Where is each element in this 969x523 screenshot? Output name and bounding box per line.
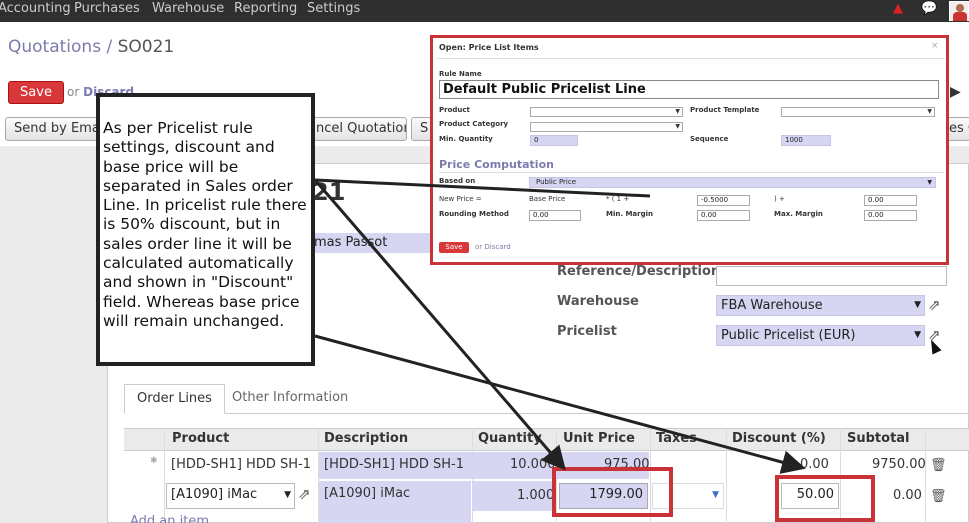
arrow-from-popup-discount — [314, 178, 651, 198]
arrow-to-unit-price — [313, 179, 566, 471]
arrow-to-discount — [314, 334, 806, 474]
annotation-arrows — [313, 178, 806, 474]
